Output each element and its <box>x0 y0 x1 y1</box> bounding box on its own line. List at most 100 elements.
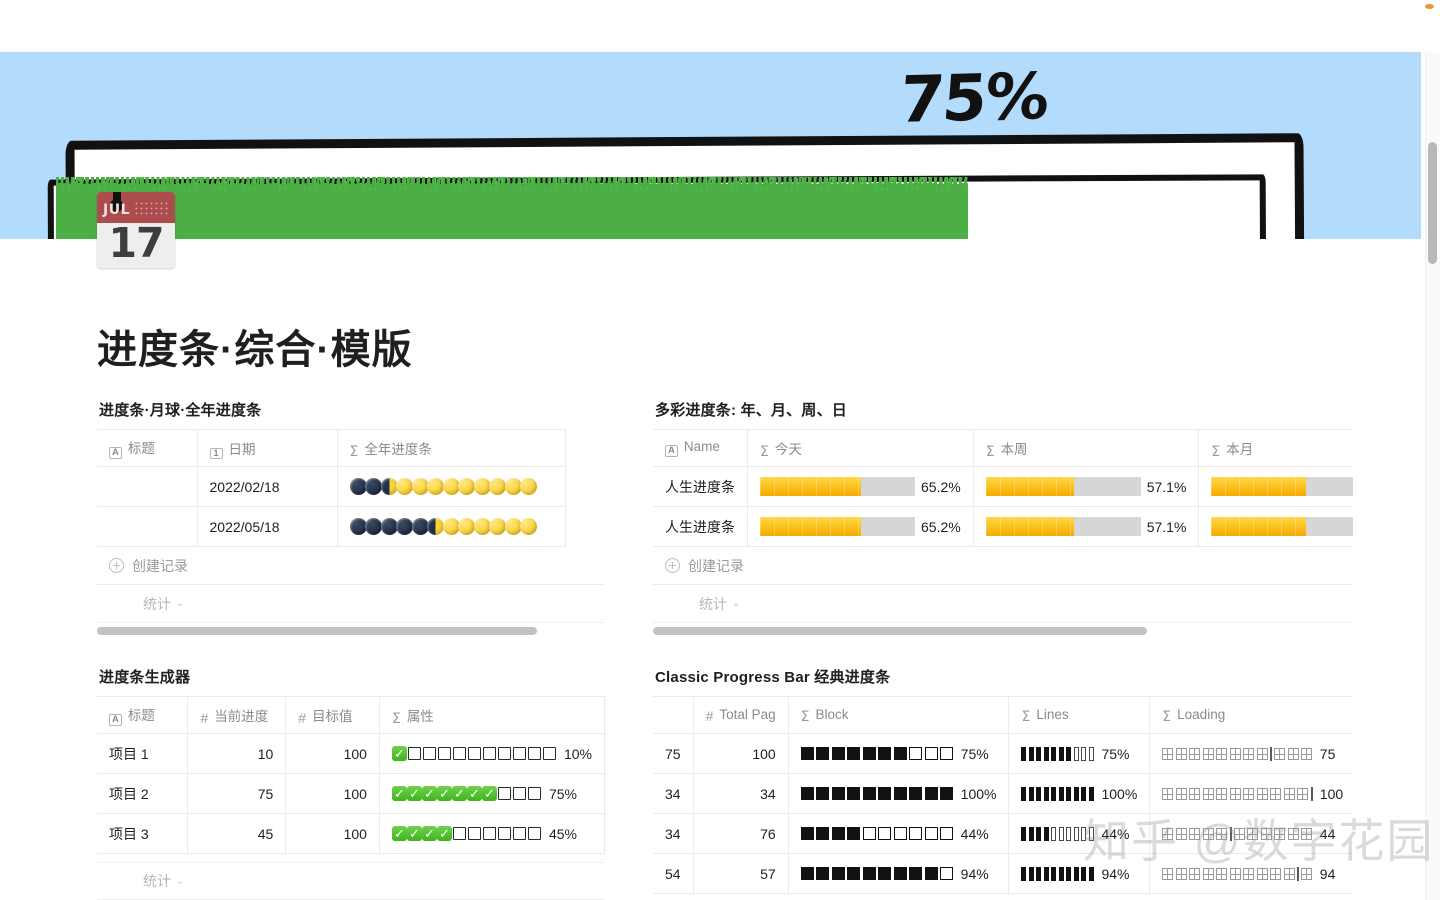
table-row[interactable]: 75 100 75% 75% 75 <box>653 734 1353 774</box>
cell-pages[interactable]: 34 <box>653 814 693 854</box>
cell-lines-bar[interactable]: 75% <box>1009 734 1150 774</box>
cell-pages[interactable]: 54 <box>653 854 693 894</box>
block-title-classic[interactable]: Classic Progress Bar 经典进度条 <box>655 666 1353 687</box>
table-row[interactable]: 2022/02/18 <box>97 467 565 507</box>
cell-lines-bar[interactable]: 44% <box>1009 814 1150 854</box>
col-header-current[interactable]: #当前进度 <box>188 697 286 734</box>
cell-name[interactable]: 人生进度条 <box>653 507 748 547</box>
cell-month-bar[interactable]: 61.2% <box>1199 507 1353 547</box>
cell-loading-bar[interactable]: 100 <box>1150 774 1353 814</box>
vertical-scrollbar[interactable] <box>1425 52 1440 900</box>
line-filled-icon <box>1036 787 1041 801</box>
col-header-label: Name <box>684 439 720 454</box>
col-header-yearbar[interactable]: Σ全年进度条 <box>337 430 565 467</box>
cell-pages[interactable]: 34 <box>653 774 693 814</box>
block-title-generator[interactable]: 进度条生成器 <box>99 666 605 687</box>
cell-checkbox-bar[interactable]: 10% <box>379 734 604 774</box>
table-row[interactable]: 项目 1 10 100 10% <box>97 734 605 774</box>
cover-banner[interactable]: 75% <box>0 52 1421 239</box>
col-header-title[interactable]: A标题 <box>97 697 188 734</box>
cell-target[interactable]: 100 <box>286 734 380 774</box>
scrollbar-thumb[interactable] <box>653 627 1147 635</box>
table-row[interactable]: 34 76 44% 44% 44 <box>653 814 1353 854</box>
cell-lines-bar[interactable]: 100% <box>1009 774 1150 814</box>
cell-checkbox-bar[interactable]: 75% <box>379 774 604 814</box>
cell-date[interactable]: 2022/05/18 <box>197 507 337 547</box>
col-header-loading[interactable]: ΣLoading <box>1150 697 1353 734</box>
cell-today-bar[interactable]: 65.2% <box>748 467 974 507</box>
col-header-target[interactable]: #目标值 <box>286 697 380 734</box>
cell-block-bar[interactable]: 44% <box>788 814 1009 854</box>
check-filled-icon <box>407 786 422 801</box>
col-header-date[interactable]: 1日期 <box>197 430 337 467</box>
cell-pages[interactable]: 75 <box>653 734 693 774</box>
block-title-colorful[interactable]: 多彩进度条: 年、月、周、日 <box>655 399 1353 420</box>
col-header-name[interactable]: AName <box>653 430 748 467</box>
moon-progress-0 <box>350 478 553 495</box>
cell-total-pages[interactable]: 34 <box>693 774 788 814</box>
cell-month-bar[interactable]: 61.2% <box>1199 467 1353 507</box>
page-title[interactable]: 进度条·综合·模版 <box>97 317 413 375</box>
cell-title[interactable]: 项目 3 <box>97 814 188 854</box>
col-header-title[interactable]: A标题 <box>97 430 197 467</box>
cell-block-bar[interactable]: 75% <box>788 734 1009 774</box>
cell-loading-bar[interactable]: 44 <box>1150 814 1353 854</box>
loading-glyph-icon <box>1257 748 1268 760</box>
scrollbar-thumb[interactable] <box>1428 142 1437 264</box>
cell-week-bar[interactable]: 57.1% <box>973 507 1199 547</box>
table-row[interactable]: 54 57 94% 94% 94 <box>653 854 1353 894</box>
cell-title[interactable]: 项目 2 <box>97 774 188 814</box>
cell-total-pages[interactable]: 57 <box>693 854 788 894</box>
cell-lines-bar[interactable]: 94% <box>1009 854 1150 894</box>
loading-cursor-icon <box>1230 827 1232 841</box>
block-title-moon[interactable]: 进度条·月球·全年进度条 <box>99 399 605 420</box>
col-header-total-pages[interactable]: #Total Pag <box>693 697 788 734</box>
col-header-week[interactable]: Σ本周 <box>973 430 1199 467</box>
horizontal-scrollbar[interactable] <box>97 623 605 637</box>
add-record-button[interactable]: 创建记录 <box>653 547 1353 585</box>
col-header-today[interactable]: Σ今天 <box>748 430 974 467</box>
cell-date[interactable]: 2022/02/18 <box>197 467 337 507</box>
col-header-pages[interactable] <box>653 697 693 734</box>
cell-title[interactable]: 项目 1 <box>97 734 188 774</box>
table-row[interactable]: 人生进度条 65.2% 57.1% 61.2% <box>653 467 1353 507</box>
cell-target[interactable]: 100 <box>286 774 380 814</box>
cell-today-bar[interactable]: 65.2% <box>748 507 974 547</box>
table-row[interactable]: 项目 2 75 100 75% <box>97 774 605 814</box>
col-header-block[interactable]: ΣBlock <box>788 697 1009 734</box>
cell-target[interactable]: 100 <box>286 814 380 854</box>
cell-loading-bar[interactable]: 94 <box>1150 854 1353 894</box>
col-header-attr[interactable]: Σ属性 <box>379 697 604 734</box>
cell-moon-bar[interactable] <box>337 507 565 547</box>
col-header-month[interactable]: Σ本月 <box>1199 430 1353 467</box>
table-row[interactable]: 2022/05/18 <box>97 507 565 547</box>
add-record-button[interactable]: 创建记录 <box>97 547 605 585</box>
cell-moon-bar[interactable] <box>337 467 565 507</box>
progress-percent-label: 44% <box>961 826 989 842</box>
cell-current[interactable]: 10 <box>188 734 286 774</box>
cell-current[interactable]: 75 <box>188 774 286 814</box>
block-colorful-progress: 多彩进度条: 年、月、周、日 AName Σ今天 Σ本周 Σ本月 人生进度条 <box>653 399 1353 637</box>
col-header-lines[interactable]: ΣLines <box>1009 697 1150 734</box>
cell-week-bar[interactable]: 57.1% <box>973 467 1199 507</box>
cell-name[interactable]: 人生进度条 <box>653 467 748 507</box>
cell-checkbox-bar[interactable]: 45% <box>379 814 604 854</box>
chevron-down-icon: ⌄ <box>176 598 184 609</box>
stat-footer[interactable]: 统计 ⌄ <box>97 585 605 623</box>
stat-footer[interactable]: 统计 ⌄ <box>97 862 605 900</box>
cell-title[interactable] <box>97 507 197 547</box>
cell-total-pages[interactable]: 76 <box>693 814 788 854</box>
stat-footer[interactable]: 统计 ⌄ <box>653 585 1353 623</box>
cell-block-bar[interactable]: 94% <box>788 854 1009 894</box>
cell-block-bar[interactable]: 100% <box>788 774 1009 814</box>
horizontal-scrollbar[interactable] <box>653 623 1353 637</box>
table-row[interactable]: 34 34 100% 100% 100 <box>653 774 1353 814</box>
table-row[interactable]: 项目 3 45 100 45% <box>97 814 605 854</box>
progress-percent-label: 94 <box>1320 866 1336 882</box>
cell-loading-bar[interactable]: 75 <box>1150 734 1353 774</box>
table-row[interactable]: 人生进度条 65.2% 57.1% 61.2% <box>653 507 1353 547</box>
cell-title[interactable] <box>97 467 197 507</box>
cell-total-pages[interactable]: 100 <box>693 734 788 774</box>
scrollbar-thumb[interactable] <box>97 627 537 635</box>
cell-current[interactable]: 45 <box>188 814 286 854</box>
